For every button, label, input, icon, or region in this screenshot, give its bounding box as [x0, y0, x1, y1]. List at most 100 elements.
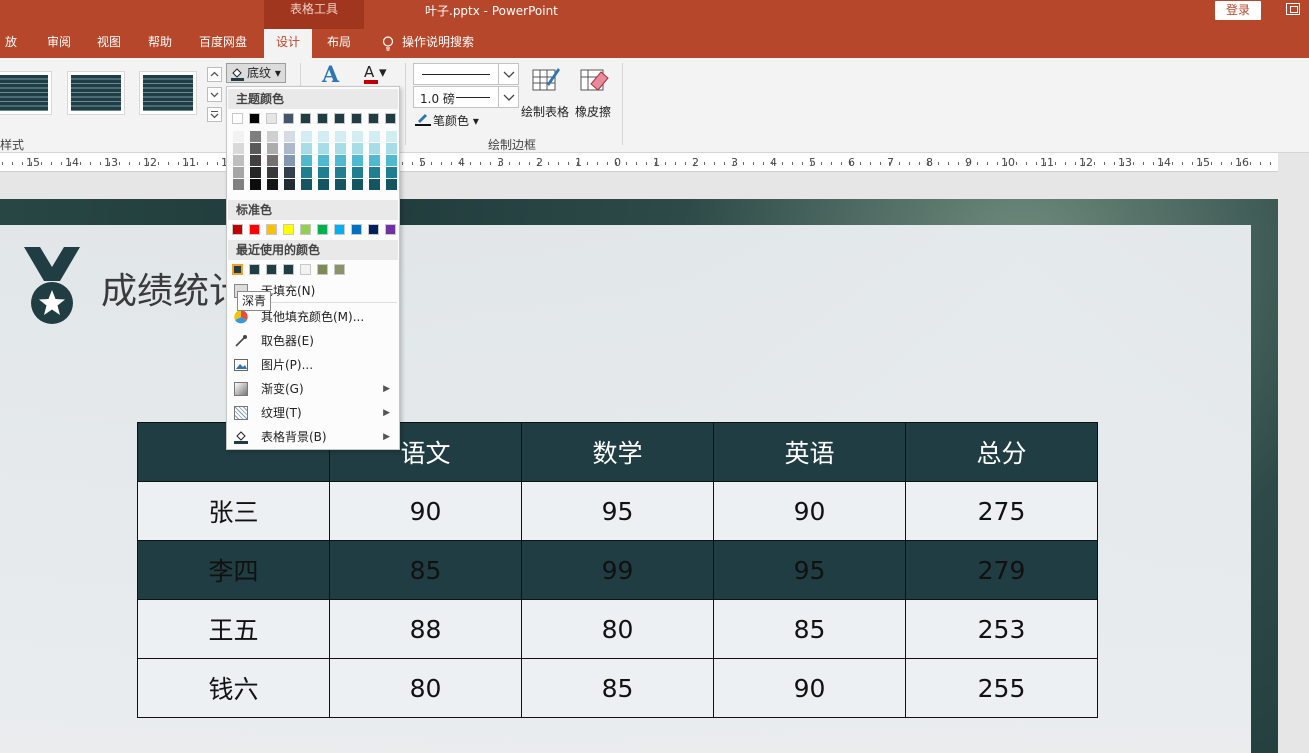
- theme-shade-swatch[interactable]: [352, 143, 363, 154]
- theme-shade-swatch[interactable]: [335, 131, 346, 142]
- theme-shade-swatch[interactable]: [301, 179, 312, 190]
- standard-color-swatch[interactable]: [317, 224, 328, 235]
- table-cell[interactable]: 80: [329, 658, 522, 718]
- theme-shade-swatch[interactable]: [250, 131, 261, 142]
- table-cell[interactable]: 80: [521, 599, 714, 659]
- theme-shade-swatch[interactable]: [369, 155, 380, 166]
- table-cell[interactable]: 85: [521, 658, 714, 718]
- theme-shade-swatch[interactable]: [318, 167, 329, 178]
- recent-color-swatch[interactable]: [266, 264, 277, 275]
- table-cell[interactable]: 95: [713, 540, 906, 600]
- theme-shade-swatch[interactable]: [369, 167, 380, 178]
- recent-color-swatch[interactable]: [334, 264, 345, 275]
- table-cell[interactable]: 279: [905, 540, 1098, 600]
- table-cell[interactable]: 90: [329, 481, 522, 541]
- theme-shade-swatch[interactable]: [233, 167, 244, 178]
- standard-color-swatch[interactable]: [385, 224, 396, 235]
- theme-shade-swatch[interactable]: [250, 167, 261, 178]
- table-cell[interactable]: 李四: [137, 540, 330, 600]
- theme-shade-swatch[interactable]: [267, 143, 278, 154]
- table-cell[interactable]: 钱六: [137, 658, 330, 718]
- table-cell[interactable]: 张三: [137, 481, 330, 541]
- theme-shade-swatch[interactable]: [250, 155, 261, 166]
- table-cell[interactable]: 99: [521, 540, 714, 600]
- theme-shade-swatch[interactable]: [267, 179, 278, 190]
- theme-shade-swatch[interactable]: [335, 143, 346, 154]
- standard-color-swatch[interactable]: [249, 224, 260, 235]
- theme-shade-swatch[interactable]: [352, 131, 363, 142]
- theme-color-swatch[interactable]: [266, 113, 277, 124]
- theme-shade-swatch[interactable]: [284, 155, 295, 166]
- table-cell[interactable]: 85: [713, 599, 906, 659]
- table-cell[interactable]: 88: [329, 599, 522, 659]
- table-cell[interactable]: 275: [905, 481, 1098, 541]
- table-style-thumb[interactable]: [139, 71, 197, 115]
- table-cell[interactable]: 90: [713, 658, 906, 718]
- grades-table[interactable]: 语文 数学 英语 总分 张三 90 95 90 275 李四 85 99 95 …: [137, 422, 1098, 718]
- tab-design[interactable]: 设计: [264, 29, 312, 58]
- table-cell[interactable]: 255: [905, 658, 1098, 718]
- gradient-item[interactable]: 渐变(G) ▶: [228, 377, 398, 401]
- theme-shade-swatch[interactable]: [386, 155, 397, 166]
- theme-shade-swatch[interactable]: [301, 143, 312, 154]
- table-cell[interactable]: 总分: [905, 422, 1098, 482]
- theme-color-swatch[interactable]: [317, 113, 328, 124]
- tab-baidu-netdisk[interactable]: 百度网盘: [193, 29, 253, 58]
- standard-color-swatch[interactable]: [300, 224, 311, 235]
- theme-color-swatch[interactable]: [300, 113, 311, 124]
- eyedropper-item[interactable]: 取色器(E): [228, 329, 398, 353]
- recent-color-swatch[interactable]: [232, 264, 243, 275]
- table-cell[interactable]: 253: [905, 599, 1098, 659]
- recent-color-swatch[interactable]: [317, 264, 328, 275]
- table-cell[interactable]: 英语: [713, 422, 906, 482]
- table-cell[interactable]: 数学: [521, 422, 714, 482]
- theme-shade-swatch[interactable]: [301, 131, 312, 142]
- shading-button[interactable]: 底纹 ▾: [226, 63, 286, 83]
- theme-color-swatch[interactable]: [249, 113, 260, 124]
- theme-shade-swatch[interactable]: [233, 131, 244, 142]
- theme-shade-swatch[interactable]: [352, 179, 363, 190]
- table-background-item[interactable]: 表格背景(B) ▶: [228, 425, 398, 449]
- picture-fill-item[interactable]: 图片(P)...: [228, 353, 398, 377]
- table-style-thumb[interactable]: [67, 71, 125, 115]
- theme-shade-swatch[interactable]: [284, 179, 295, 190]
- tab-help[interactable]: 帮助: [141, 29, 179, 58]
- theme-shade-swatch[interactable]: [318, 179, 329, 190]
- theme-shade-swatch[interactable]: [250, 179, 261, 190]
- tell-me-search[interactable]: 操作说明搜索: [402, 29, 482, 58]
- theme-shade-swatch[interactable]: [335, 179, 346, 190]
- eraser-button[interactable]: 橡皮擦: [568, 64, 618, 120]
- gallery-up-button[interactable]: [207, 67, 222, 82]
- gallery-more-button[interactable]: [207, 107, 222, 122]
- tab-layout[interactable]: 布局: [319, 29, 359, 58]
- tab-slideshow[interactable]: 放映: [0, 29, 22, 76]
- theme-shade-swatch[interactable]: [335, 155, 346, 166]
- theme-shade-swatch[interactable]: [250, 143, 261, 154]
- pen-style-select[interactable]: [413, 63, 519, 85]
- theme-shade-swatch[interactable]: [284, 131, 295, 142]
- theme-color-swatch[interactable]: [334, 113, 345, 124]
- theme-shade-swatch[interactable]: [386, 167, 397, 178]
- recent-color-swatch[interactable]: [283, 264, 294, 275]
- font-color-icon[interactable]: A ▾: [364, 63, 387, 81]
- theme-shade-swatch[interactable]: [284, 143, 295, 154]
- theme-shade-swatch[interactable]: [318, 131, 329, 142]
- table-cell[interactable]: 王五: [137, 599, 330, 659]
- pen-weight-select[interactable]: 1.0 磅: [413, 86, 519, 108]
- login-button[interactable]: 登录: [1215, 1, 1261, 20]
- table-cell[interactable]: 85: [329, 540, 522, 600]
- theme-shade-swatch[interactable]: [301, 167, 312, 178]
- standard-color-swatch[interactable]: [351, 224, 362, 235]
- theme-shade-swatch[interactable]: [318, 143, 329, 154]
- theme-shade-swatch[interactable]: [301, 155, 312, 166]
- slide-title[interactable]: 成绩统计: [101, 262, 226, 314]
- tab-view[interactable]: 视图: [90, 29, 128, 58]
- theme-shade-swatch[interactable]: [352, 167, 363, 178]
- pen-color-button[interactable]: 笔颜色 ▾: [415, 112, 479, 129]
- recent-color-swatch[interactable]: [249, 264, 260, 275]
- theme-shade-swatch[interactable]: [267, 131, 278, 142]
- theme-shade-swatch[interactable]: [233, 179, 244, 190]
- theme-shade-swatch[interactable]: [233, 155, 244, 166]
- theme-shade-swatch[interactable]: [386, 131, 397, 142]
- theme-shade-swatch[interactable]: [318, 155, 329, 166]
